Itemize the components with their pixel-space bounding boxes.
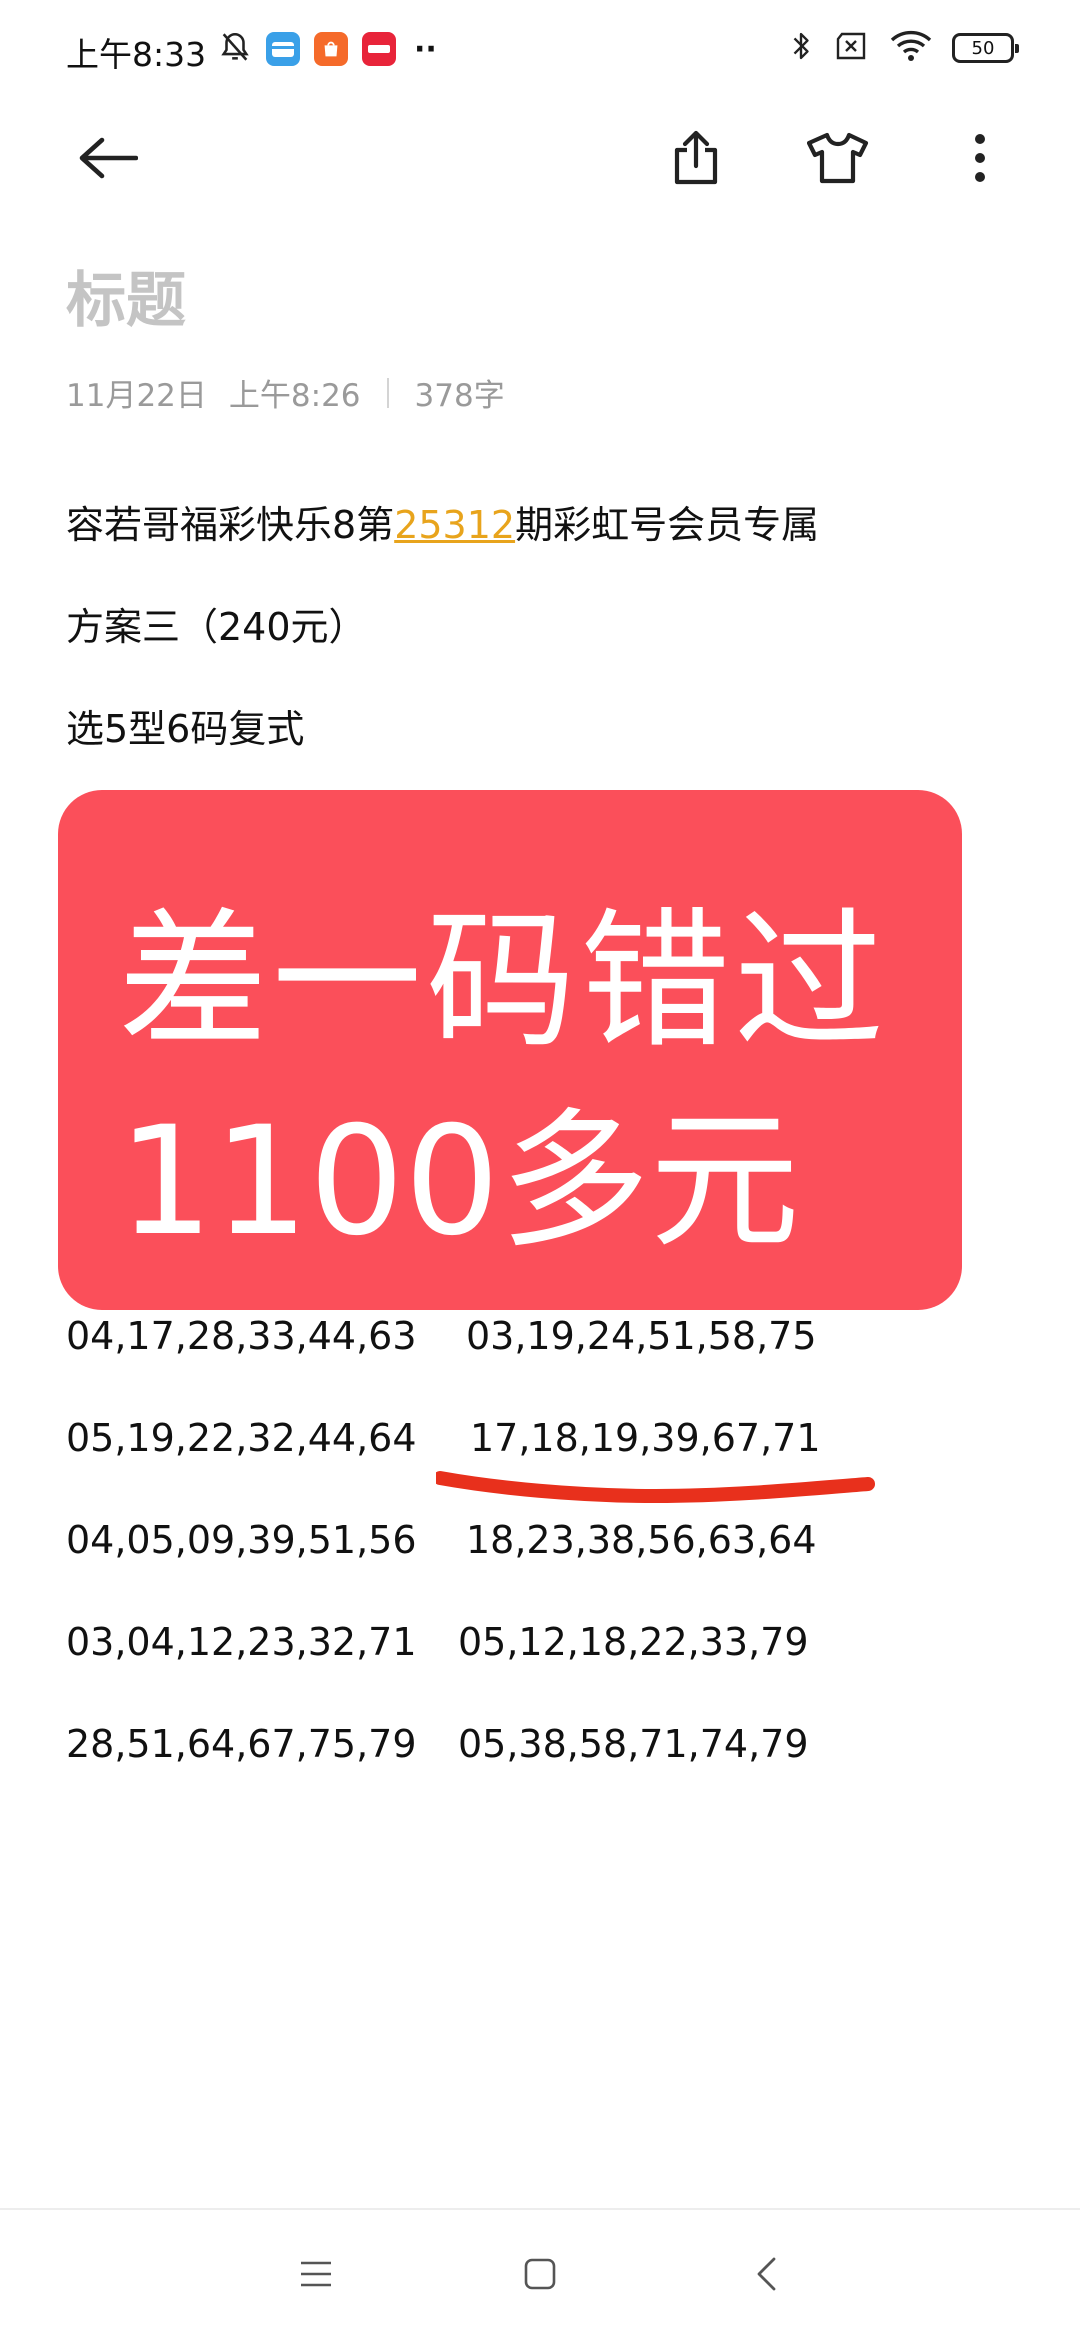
note-date: 11月22日 (66, 378, 207, 414)
line1-prefix: 容若哥福彩快乐8第 (66, 503, 395, 547)
system-navigation-bar (0, 2208, 1080, 2340)
number-group-right: 18,23,38,56,63,64 (466, 1518, 817, 1562)
note-line-plan: 方案三（240元） (66, 605, 367, 649)
mute-bell-icon (218, 30, 252, 68)
home-button[interactable] (512, 2248, 568, 2304)
back-arrow-icon (78, 136, 139, 184)
issue-number-link[interactable]: 25312 (394, 503, 515, 547)
note-line-heading: 容若哥福彩快乐8第25312期彩虹号会员专属 (66, 494, 819, 549)
battery-level: 50 (971, 37, 995, 59)
number-group-right: 05,38,58,71,74,79 (458, 1722, 809, 1766)
more-notifications-indicator: ·· (414, 31, 437, 67)
number-group-left: 04,05,09,39,51,56 (66, 1518, 417, 1562)
more-vertical-icon (973, 133, 987, 187)
promo-line1: 差一码错过 (118, 895, 889, 1069)
number-row: 28,51,64,67,75,79 05,38,58,71,74,79 (66, 1722, 809, 1766)
note-char-count: 378字 (414, 378, 505, 414)
note-line-type: 选5型6码复式 (66, 707, 305, 751)
battery-icon: 50 (952, 33, 1019, 63)
no-sim-icon (834, 30, 870, 66)
number-group-left: 28,51,64,67,75,79 (66, 1722, 417, 1766)
note-title-field[interactable]: 标题 (66, 252, 186, 339)
recent-apps-button[interactable] (288, 2248, 344, 2304)
home-square-icon (523, 2257, 557, 2295)
theme-button[interactable] (806, 128, 870, 192)
share-button[interactable] (664, 128, 728, 192)
back-button[interactable] (76, 128, 140, 192)
meta-divider (386, 377, 389, 408)
number-row: 03,04,12,23,32,71 05,12,18,22,33,79 (66, 1620, 809, 1664)
tshirt-icon (806, 132, 869, 188)
number-row: 05,19,22,32,44,64 17,18,19,39,67,71 (66, 1416, 821, 1460)
note-toolbar (0, 110, 1080, 210)
status-bar: 上午8:33 ·· 50 (0, 0, 1080, 100)
number-row: 04,05,09,39,51,56 18,23,38,56,63,64 (66, 1518, 817, 1562)
number-group-left: 05,19,22,32,44,64 (66, 1416, 417, 1460)
bluetooth-icon (788, 28, 814, 68)
promo-line2: 1100多元 (118, 1095, 800, 1269)
number-group-left: 03,04,12,23,32,71 (66, 1620, 417, 1664)
wifi-icon (890, 30, 932, 66)
note-time: 上午8:26 (228, 378, 361, 414)
number-group-right-highlighted: 17,18,19,39,67,71 (470, 1416, 821, 1460)
number-group-right: 05,12,18,22,33,79 (458, 1620, 809, 1664)
news-app-icon (362, 32, 396, 66)
status-time: 上午8:33 (66, 35, 207, 74)
number-row: 04,17,28,33,44,63 03,19,24,51,58,75 (66, 1314, 817, 1358)
line1-suffix: 期彩虹号会员专属 (515, 503, 820, 547)
number-group-right: 03,19,24,51,58,75 (466, 1314, 817, 1358)
menu-icon (299, 2260, 333, 2292)
shopping-app-icon (314, 32, 348, 66)
back-chevron-icon (754, 2256, 778, 2296)
red-underline-mark (433, 1466, 876, 1514)
notification-icons: ·· (218, 30, 437, 68)
note-meta: 11月22日 上午8:26 378字 (66, 370, 505, 415)
more-button[interactable] (948, 128, 1012, 192)
wallet-app-icon (266, 32, 300, 66)
system-status-icons: 50 (788, 28, 1019, 68)
share-icon (671, 130, 721, 190)
number-group-left: 04,17,28,33,44,63 (66, 1314, 417, 1358)
system-back-button[interactable] (738, 2248, 794, 2304)
promo-banner: 差一码错过 1100多元 (58, 790, 962, 1310)
